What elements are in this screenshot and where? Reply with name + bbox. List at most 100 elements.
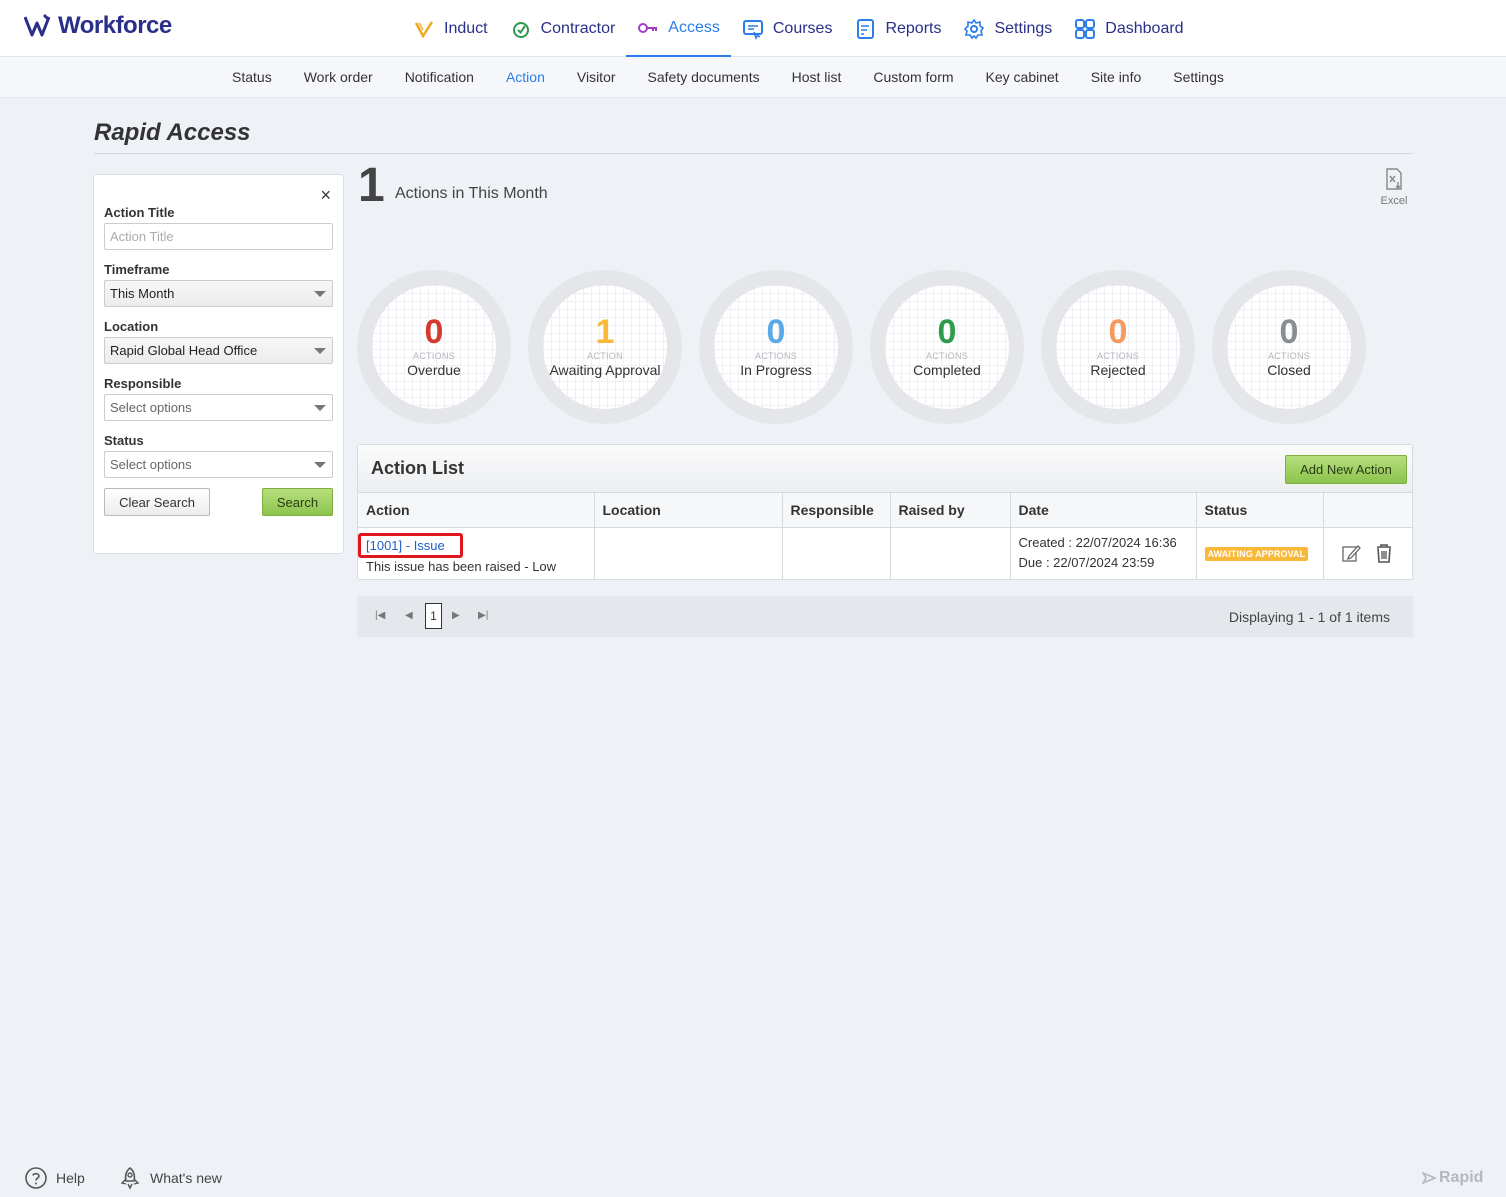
nav-reports-label: Reports <box>885 19 942 37</box>
subnav-host-list[interactable]: Host list <box>776 57 858 98</box>
subnav-status[interactable]: Status <box>216 57 288 98</box>
gauge-label: Awaiting Approval <box>549 362 661 378</box>
gear-icon <box>964 18 985 39</box>
subnav-work-order[interactable]: Work order <box>288 57 389 98</box>
gauge-sub-label: ACTIONS <box>1267 351 1311 361</box>
action-list-title: Action List <box>371 458 464 478</box>
cell-status: AWAITING APPROVAL <box>1196 527 1324 579</box>
whats-new-link[interactable]: What's new <box>118 1166 222 1190</box>
action-link[interactable]: [1001] - Issue <box>366 538 445 553</box>
column-header-responsible[interactable]: Responsible <box>782 493 891 528</box>
gauge-in-progress[interactable]: 0 ACTIONS In Progress <box>699 270 853 424</box>
rocket-icon <box>120 1166 140 1190</box>
next-page-button[interactable]: ▶ <box>452 610 460 621</box>
nav-reports[interactable]: Reports <box>843 0 952 57</box>
nav-access[interactable]: Access <box>626 0 731 57</box>
status-select[interactable]: Select options <box>104 451 333 478</box>
timeframe-label: Timeframe <box>104 262 170 277</box>
last-page-button[interactable]: ▶| <box>478 610 488 621</box>
rapid-logo: Rapid <box>1422 1169 1483 1187</box>
workforce-logo[interactable]: Workforce <box>24 12 172 40</box>
action-title-input[interactable] <box>104 223 333 250</box>
table-header-row: Action Location Responsible Raised by Da… <box>358 493 1412 528</box>
pagination-bar: |◀ ◀ 1 ▶ ▶| Displaying 1 - 1 of 1 items <box>357 596 1413 637</box>
page-title: Rapid Access <box>94 119 251 146</box>
cell-date: Created : 22/07/2024 16:36 Due : 22/07/2… <box>1010 527 1197 579</box>
column-header-date[interactable]: Date <box>1010 493 1197 528</box>
subnav-action[interactable]: Action <box>490 57 561 98</box>
subnav-settings[interactable]: Settings <box>1157 57 1240 98</box>
excel-export-button[interactable]: Excel <box>1378 168 1410 207</box>
trash-icon[interactable] <box>1373 542 1395 564</box>
sub-navigation-bar: Status Work order Notification Action Vi… <box>0 57 1506 98</box>
chevron-down-icon <box>314 291 326 297</box>
chevron-down-icon <box>314 462 326 468</box>
search-button[interactable]: Search <box>262 488 333 516</box>
clear-search-button[interactable]: Clear Search <box>104 488 210 516</box>
location-select[interactable]: Rapid Global Head Office <box>104 337 333 364</box>
gauge-label: Closed <box>1267 362 1311 378</box>
nav-dashboard[interactable]: Dashboard <box>1063 0 1194 57</box>
gauge-label: Overdue <box>407 362 461 378</box>
gauge-value: 0 <box>1279 313 1299 351</box>
subnav-key-cabinet[interactable]: Key cabinet <box>970 57 1075 98</box>
actions-count-label: Actions in This Month <box>395 185 548 202</box>
add-new-action-button[interactable]: Add New Action <box>1285 455 1407 484</box>
gauge-rejected[interactable]: 0 ACTIONS Rejected <box>1041 270 1195 424</box>
contractor-icon <box>512 21 529 38</box>
subnav-site-info[interactable]: Site info <box>1075 57 1158 98</box>
gauge-awaiting-approval[interactable]: 1 ACTION Awaiting Approval <box>528 270 682 424</box>
title-divider <box>94 153 1413 154</box>
first-page-button[interactable]: |◀ <box>375 610 385 621</box>
created-date: Created : 22/07/2024 16:36 <box>1018 535 1177 551</box>
highlight-box: [1001] - Issue <box>358 532 463 558</box>
gauge-closed[interactable]: 0 ACTIONS Closed <box>1212 270 1366 424</box>
column-header-status[interactable]: Status <box>1196 493 1324 528</box>
main-nav: Induct Contractor Access Courses Reports… <box>402 0 1195 57</box>
subnav-notification[interactable]: Notification <box>389 57 490 98</box>
edit-icon[interactable] <box>1340 542 1362 564</box>
gauge-sub-label: ACTION <box>587 351 623 361</box>
responsible-select[interactable]: Select options <box>104 394 333 421</box>
gauge-value: 0 <box>766 313 786 351</box>
column-header-raised-by[interactable]: Raised by <box>890 493 1011 528</box>
gauge-label: Completed <box>913 362 981 378</box>
whats-new-label: What's new <box>150 1170 222 1186</box>
workforce-logo-icon <box>24 13 51 37</box>
nav-settings[interactable]: Settings <box>952 0 1063 57</box>
subnav-visitor[interactable]: Visitor <box>561 57 632 98</box>
timeframe-select[interactable]: This Month <box>104 280 333 307</box>
reports-icon <box>857 18 875 39</box>
nav-induct[interactable]: Induct <box>402 0 499 57</box>
chevron-down-icon <box>314 348 326 354</box>
action-list-panel: Action List Add New Action Action Locati… <box>357 444 1413 580</box>
brand-name: Workforce <box>58 12 172 39</box>
column-header-action[interactable]: Action <box>358 493 595 528</box>
excel-icon <box>1386 168 1402 190</box>
excel-label: Excel <box>1380 195 1408 207</box>
gauge-sub-label: ACTIONS <box>1096 351 1140 361</box>
help-link[interactable]: Help <box>24 1166 85 1190</box>
action-list-header: Action List Add New Action <box>358 445 1412 493</box>
previous-page-button[interactable]: ◀ <box>405 610 413 621</box>
nav-courses[interactable]: Courses <box>731 0 844 57</box>
nav-contractor-label: Contractor <box>540 19 616 37</box>
location-value: Rapid Global Head Office <box>110 343 258 358</box>
column-header-row-actions <box>1323 493 1412 528</box>
dashboard-icon <box>1075 18 1096 39</box>
subnav-custom-form[interactable]: Custom form <box>857 57 969 98</box>
chevron-down-icon <box>314 405 326 411</box>
column-header-location[interactable]: Location <box>594 493 783 528</box>
location-label: Location <box>104 319 159 334</box>
gauge-overdue[interactable]: 0 ACTIONS Overdue <box>357 270 511 424</box>
table-row: [1001] - Issue This issue has been raise… <box>358 527 1412 579</box>
close-icon[interactable]: × <box>320 185 331 206</box>
nav-contractor[interactable]: Contractor <box>499 0 627 57</box>
current-page[interactable]: 1 <box>425 603 442 629</box>
gauge-completed[interactable]: 0 ACTIONS Completed <box>870 270 1024 424</box>
action-title-label: Action Title <box>104 205 175 220</box>
cell-raised-by <box>890 527 1011 579</box>
courses-icon <box>742 19 763 40</box>
subnav-safety-documents[interactable]: Safety documents <box>632 57 776 98</box>
cell-action: [1001] - Issue This issue has been raise… <box>358 527 595 579</box>
